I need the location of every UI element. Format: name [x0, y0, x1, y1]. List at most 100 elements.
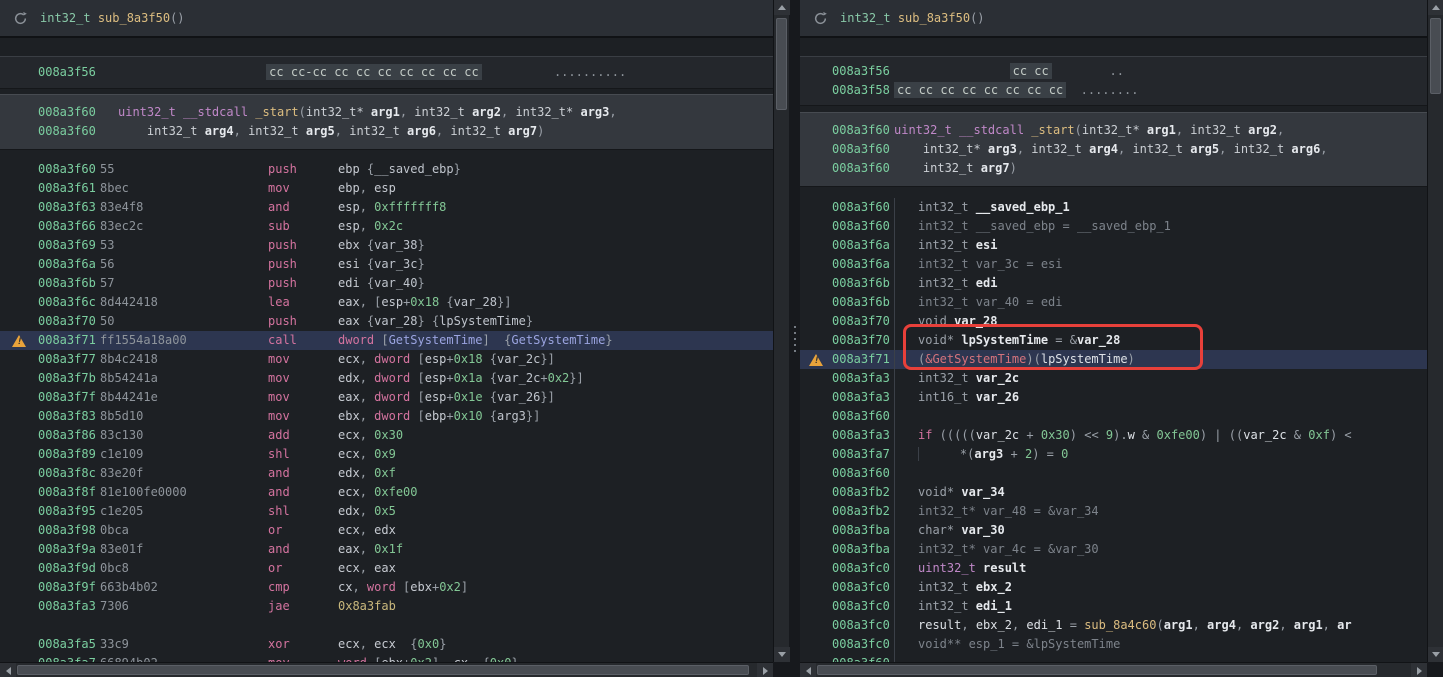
- code-row[interactable]: 008a3f6aint32_t esi: [800, 236, 1427, 255]
- bytes-row[interactable]: 008a3f56 cc cc-cc cc cc cc cc cc cc cc .…: [0, 63, 773, 82]
- disasm-row[interactable]: 008a3f6953pushebx {var_38}: [0, 236, 773, 255]
- disasm-row[interactable]: 008a3f618becmovebp, esp: [0, 179, 773, 198]
- code-row[interactable]: 008a3f60int32_t __saved_ebp = __saved_eb…: [800, 217, 1427, 236]
- disasm-row[interactable]: 008a3fa766894b02movword [ebx+0x2], cx {0…: [0, 654, 773, 662]
- mnemonic: mov: [268, 369, 338, 388]
- code-row[interactable]: 008a3f60int32_t __saved_ebp_1: [800, 198, 1427, 217]
- disasm-row[interactable]: 008a3f6055pushebp {__saved_ebp}: [0, 160, 773, 179]
- disasm-row[interactable]: 008a3f9a83e01fandeax, 0x1f: [0, 540, 773, 559]
- code-row[interactable]: 008a3f70void* lpSystemTime = &var_28: [800, 331, 1427, 350]
- refresh-icon[interactable]: [13, 11, 28, 26]
- disasm-row[interactable]: 008a3f6c8d442418leaeax, [esp+0x18 {var_2…: [0, 293, 773, 312]
- code-row[interactable]: 008a3fbaint32_t* var_4c = &var_30: [800, 540, 1427, 559]
- scroll-up-button[interactable]: [774, 0, 790, 15]
- scroll-right-button[interactable]: [1411, 663, 1427, 677]
- token-pun: ,: [360, 371, 374, 385]
- code-row[interactable]: 008a3fa7 *(arg3 + 2) = 0: [800, 445, 1427, 464]
- scroll-left-button[interactable]: [0, 663, 16, 677]
- warning-icon[interactable]: !: [800, 354, 832, 366]
- disasm-row[interactable]: 008a3f7f8b44241emoveax, dword [esp+0x1e …: [0, 388, 773, 407]
- right-arrow-icon: [1417, 667, 1422, 675]
- disasm-row[interactable]: 008a3f7b8b54241amovedx, dword [esp+0x1a …: [0, 369, 773, 388]
- code-row[interactable]: 008a3f60: [800, 407, 1427, 426]
- disasm-row[interactable]: 008a3f7050pusheax {var_28} {lpSystemTime…: [0, 312, 773, 331]
- left-horizontal-scrollbar[interactable]: [0, 662, 773, 677]
- signature-row[interactable]: 008a3f60 int32_t arg7): [800, 159, 1427, 178]
- disasm-row[interactable]: 008a3f6a56pushesi {var_3c}: [0, 255, 773, 274]
- code-row[interactable]: 008a3fc0int32_t edi_1: [800, 597, 1427, 616]
- code-row[interactable]: 008a3f60: [800, 464, 1427, 483]
- right-hscroll-thumb[interactable]: [817, 665, 1377, 675]
- left-hscroll-thumb[interactable]: [17, 665, 749, 675]
- scroll-left-button[interactable]: [800, 663, 816, 677]
- address: 008a3f8f: [38, 483, 100, 502]
- code-row[interactable]: 008a3fbachar* var_30: [800, 521, 1427, 540]
- right-vscroll-thumb[interactable]: [1430, 18, 1441, 94]
- token-reg: esp: [338, 219, 360, 233]
- refresh-icon[interactable]: [813, 11, 828, 26]
- disasm-row[interactable]: !008a3f71ff1554a18a00calldword [GetSyste…: [0, 331, 773, 350]
- code-row[interactable]: 008a3fc0result, ebx_2, edi_1 = sub_8a4c6…: [800, 616, 1427, 635]
- bytes-row[interactable]: 008a3f58cc cc cc cc cc cc cc cc ........: [800, 81, 1427, 100]
- code-row[interactable]: 008a3fa3int32_t var_2c: [800, 369, 1427, 388]
- right-horizontal-scrollbar[interactable]: [800, 662, 1427, 677]
- code-row[interactable]: 008a3fc0int32_t ebx_2: [800, 578, 1427, 597]
- warning-icon[interactable]: !: [0, 335, 38, 347]
- code-row[interactable]: 008a3fc0uint32_t result: [800, 559, 1427, 578]
- instruction-bytes: c1e109: [100, 445, 268, 464]
- disasm-row[interactable]: 008a3f9f663b4b02cmpcx, word [ebx+0x2]: [0, 578, 773, 597]
- disasm-row[interactable]: 008a3f980bcaorecx, edx: [0, 521, 773, 540]
- token-pun: {: [396, 637, 418, 651]
- disasm-row[interactable]: 008a3f6383e4f8andesp, 0xfffffff8: [0, 198, 773, 217]
- function-name[interactable]: sub_8a3f50: [98, 11, 170, 25]
- scroll-right-button[interactable]: [757, 663, 773, 677]
- code-row[interactable]: 008a3fa3int16_t var_26: [800, 388, 1427, 407]
- disasm-row[interactable]: 008a3f838b5d10movebx, dword [ebp+0x10 {a…: [0, 407, 773, 426]
- scroll-down-button[interactable]: [1428, 647, 1443, 662]
- left-vertical-scrollbar[interactable]: [773, 0, 789, 662]
- pane-splitter[interactable]: [789, 0, 800, 677]
- code-row[interactable]: 008a3fa3if (((((var_2c + 0x30) << 9).w &…: [800, 426, 1427, 445]
- code-row[interactable]: 008a3f60: [800, 654, 1427, 662]
- code-row[interactable]: 008a3fc0void** esp_1 = &lpSystemTime: [800, 635, 1427, 654]
- disasm-row[interactable]: 008a3f95c1e205shledx, 0x5: [0, 502, 773, 521]
- token-var: arg5: [1190, 142, 1219, 156]
- code-row[interactable]: 008a3f6bint32_t edi: [800, 274, 1427, 293]
- code-row[interactable]: !008a3f71(&GetSystemTime)(lpSystemTime): [800, 350, 1427, 369]
- bytes-row[interactable]: 008a3f56 cc cc ..: [800, 62, 1427, 81]
- token-pun: }: [526, 314, 533, 328]
- disasm-row[interactable]: [0, 616, 773, 635]
- disasm-row[interactable]: 008a3f8f81e100fe0000andecx, 0xfe00: [0, 483, 773, 502]
- function-name[interactable]: sub_8a3f50: [898, 11, 970, 25]
- signature-row[interactable]: 008a3f60uint32_t __stdcall _start(int32_…: [800, 121, 1427, 140]
- disasm-row[interactable]: 008a3f9d0bc8orecx, eax: [0, 559, 773, 578]
- token-dim: int32_t* var_48 = &var_34: [918, 504, 1099, 518]
- disasm-row[interactable]: 008a3fa533c9xorecx, ecx {0x0}: [0, 635, 773, 654]
- token-pun: (: [1075, 123, 1082, 137]
- token-pun: }]: [497, 295, 511, 309]
- signature-row[interactable]: 008a3f60 int32_t arg4, int32_t arg5, int…: [0, 122, 773, 141]
- disasm-row[interactable]: 008a3f89c1e109shlecx, 0x9: [0, 445, 773, 464]
- code-row[interactable]: 008a3f6aint32_t var_3c = esi: [800, 255, 1427, 274]
- disasm-row[interactable]: 008a3f8c83e20fandedx, 0xf: [0, 464, 773, 483]
- disasm-row[interactable]: 008a3f6683ec2csubesp, 0x2c: [0, 217, 773, 236]
- disasm-row[interactable]: 008a3f8683c130addecx, 0x30: [0, 426, 773, 445]
- right-vertical-scrollbar[interactable]: [1427, 0, 1443, 662]
- code-row[interactable]: 008a3f6bint32_t var_40 = edi: [800, 293, 1427, 312]
- code-row[interactable]: 008a3fb2int32_t* var_48 = &var_34: [800, 502, 1427, 521]
- scroll-down-button[interactable]: [774, 647, 790, 662]
- token-type2: void*: [918, 333, 961, 347]
- address: 008a3f60: [832, 198, 894, 217]
- signature-row[interactable]: 008a3f60uint32_t __stdcall _start(int32_…: [0, 103, 773, 122]
- code-row[interactable]: 008a3fb2void* var_34: [800, 483, 1427, 502]
- token-imp: GetSystemTime: [389, 333, 483, 347]
- signature-row[interactable]: 008a3f60 int32_t* arg3, int32_t arg4, in…: [800, 140, 1427, 159]
- scroll-up-button[interactable]: [1428, 0, 1443, 15]
- disasm-row[interactable]: 008a3f6b57pushedi {var_40}: [0, 274, 773, 293]
- left-vscroll-thumb[interactable]: [776, 18, 787, 110]
- disasm-row[interactable]: 008a3f778b4c2418movecx, dword [esp+0x18 …: [0, 350, 773, 369]
- code-row[interactable]: 008a3f70void var_28: [800, 312, 1427, 331]
- disasm-row[interactable]: 008a3fa37306jae0x8a3fab: [0, 597, 773, 616]
- token-reg: eax: [338, 542, 360, 556]
- token-pun: ,: [1320, 142, 1327, 156]
